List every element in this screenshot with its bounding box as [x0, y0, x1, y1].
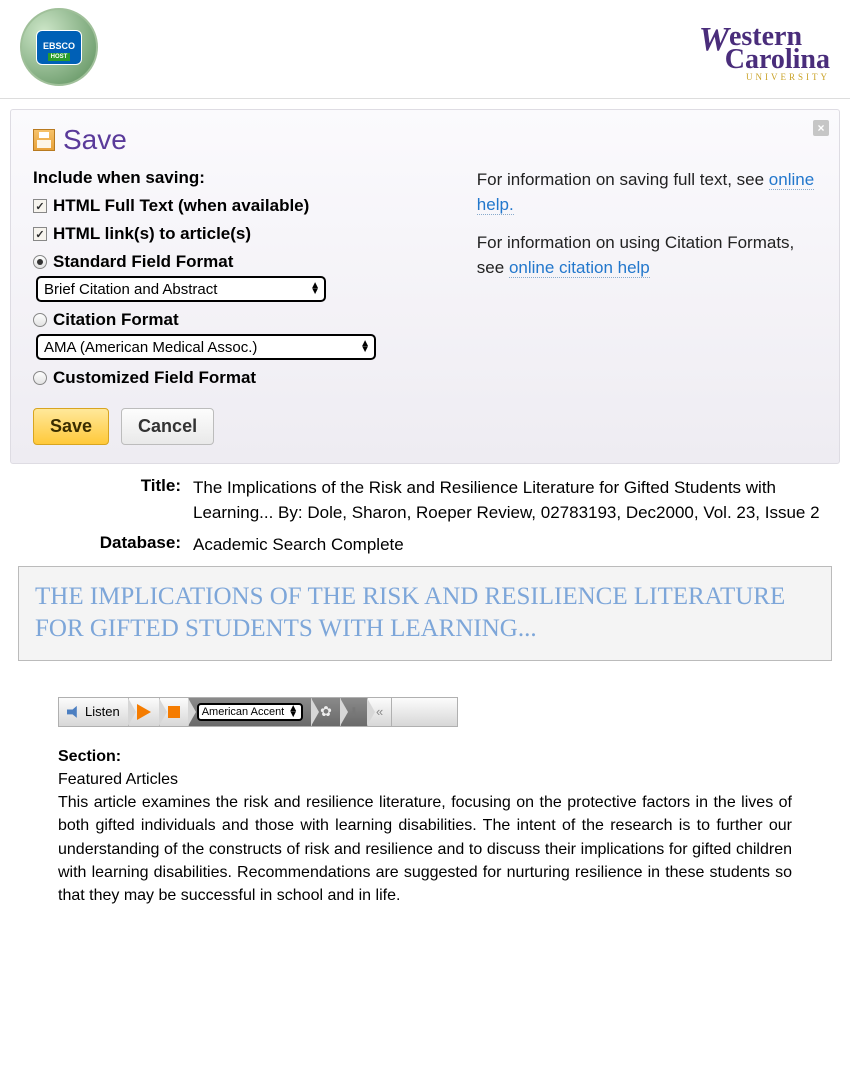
record-metadata: Title: The Implications of the Risk and …	[18, 476, 832, 558]
label-custom: Customized Field Format	[53, 368, 256, 388]
select-citation-value: AMA (American Medical Assoc.)	[44, 339, 257, 356]
save-button[interactable]: Save	[33, 408, 109, 445]
save-icon	[33, 129, 55, 151]
label-fulltext: HTML Full Text (when available)	[53, 196, 309, 216]
close-icon[interactable]: ×	[813, 120, 829, 136]
gear-icon: ✿	[320, 703, 332, 720]
accent-value: American Accent	[202, 706, 285, 718]
abstract-text: This article examines the risk and resil…	[58, 791, 792, 907]
title-label: Title:	[18, 476, 193, 525]
app-header: EBSCO HOST Western Carolina UNIVERSITY	[0, 0, 850, 99]
ebsco-logo[interactable]: EBSCO HOST	[20, 8, 98, 86]
radio-custom[interactable]	[33, 371, 47, 385]
title-value: The Implications of the Risk and Resilie…	[193, 476, 832, 525]
online-citation-help-link[interactable]: online citation help	[509, 258, 650, 278]
radio-standard[interactable]	[33, 255, 47, 269]
ebsco-sublabel: HOST	[48, 53, 71, 61]
label-citation: Citation Format	[53, 310, 179, 330]
help-panel: For information on saving full text, see…	[477, 168, 817, 445]
select-citation-format[interactable]: AMA (American Medical Assoc.) ▲▼	[36, 334, 376, 360]
select-standard-value: Brief Citation and Abstract	[44, 281, 217, 298]
checkbox-links[interactable]: ✓	[33, 227, 47, 241]
save-panel: × Save Include when saving: ✓ HTML Full …	[10, 109, 840, 464]
accent-select[interactable]: American Accent ▲▼	[197, 703, 303, 721]
include-subtitle: Include when saving:	[33, 168, 449, 188]
article-section: Section: Featured Articles This article …	[58, 745, 792, 907]
panel-title-row: Save	[33, 124, 817, 156]
checkbox-fulltext[interactable]: ✓	[33, 199, 47, 213]
chevron-updown-icon: ▲▼	[288, 706, 298, 718]
article-headline: THE IMPLICATIONS OF THE RISK AND RESILIE…	[18, 566, 832, 661]
chevron-updown-icon: ▲▼	[360, 341, 370, 353]
section-name: Featured Articles	[58, 768, 792, 791]
speaker-icon	[67, 706, 81, 718]
wcu-carolina: Carolina	[725, 49, 830, 71]
label-standard: Standard Field Format	[53, 252, 233, 272]
accent-segment: American Accent ▲▼	[189, 698, 312, 726]
cancel-button[interactable]: Cancel	[121, 408, 214, 445]
ebsco-label: EBSCO	[43, 42, 75, 51]
select-standard-format[interactable]: Brief Citation and Abstract ▲▼	[36, 276, 326, 302]
panel-title: Save	[63, 124, 127, 156]
database-value: Academic Search Complete	[193, 533, 832, 558]
stop-icon	[168, 706, 180, 718]
listen-toolbar: Listen American Accent ▲▼ ✿ ⬇ «	[58, 697, 458, 727]
help1-text: For information on saving full text, see	[477, 170, 769, 189]
radio-citation[interactable]	[33, 313, 47, 327]
label-links: HTML link(s) to article(s)	[53, 224, 251, 244]
database-label: Database:	[18, 533, 193, 558]
section-label: Section:	[58, 748, 121, 765]
chevron-updown-icon: ▲▼	[310, 283, 320, 295]
ebsco-logo-inner: EBSCO HOST	[36, 30, 82, 65]
listen-button[interactable]: Listen	[59, 698, 129, 726]
listen-label: Listen	[85, 704, 120, 719]
play-icon	[137, 704, 151, 720]
wcu-logo: Western Carolina UNIVERSITY	[699, 26, 830, 81]
download-icon: ⬇	[349, 705, 359, 719]
